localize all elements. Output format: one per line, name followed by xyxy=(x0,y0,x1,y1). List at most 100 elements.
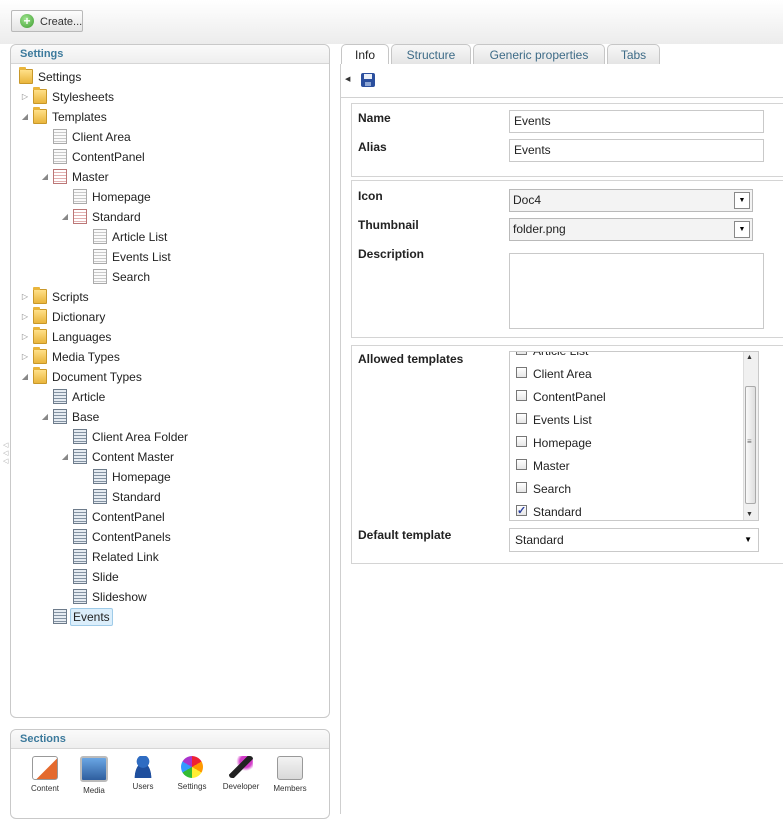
tree-node[interactable]: ◢ Document Types xyxy=(11,367,329,387)
tree-node[interactable]: Slideshow xyxy=(11,587,329,607)
tree-node-label: Settings xyxy=(38,70,82,84)
users-icon xyxy=(131,756,155,778)
tree-node[interactable]: Article List xyxy=(11,227,329,247)
thumbnail-select[interactable]: folder.png ▼ xyxy=(509,218,753,241)
tree-node[interactable]: Events xyxy=(11,607,329,627)
tab-info[interactable]: Info xyxy=(341,44,389,65)
default-template-value: Standard xyxy=(515,533,564,547)
tab-tabs[interactable]: Tabs xyxy=(607,44,660,64)
settings-panel-title: Settings xyxy=(11,45,329,64)
tree-node[interactable]: ▷ Languages xyxy=(11,327,329,347)
members-icon xyxy=(277,756,303,780)
toolbar-arrow-icon[interactable]: ◀ xyxy=(345,75,350,83)
checkbox[interactable] xyxy=(516,482,527,493)
tree-node[interactable]: Events List xyxy=(11,247,329,267)
tree-node-label: ContentPanel xyxy=(92,510,165,524)
tree-node[interactable]: Client Area xyxy=(11,127,329,147)
tree-node[interactable]: Related Link xyxy=(11,547,329,567)
tree-node[interactable]: ◢ Standard xyxy=(11,207,329,227)
section-developer[interactable]: Developer xyxy=(217,756,265,791)
collapsed-arrow-icon[interactable]: ▷ xyxy=(21,347,29,367)
collapsed-arrow-icon[interactable]: ▷ xyxy=(21,87,29,107)
chevron-down-icon: ▼ xyxy=(744,535,752,544)
section-content[interactable]: Content xyxy=(21,756,69,793)
scroll-up-icon[interactable]: ▲ xyxy=(746,354,753,361)
tree-node[interactable]: ◢ Templates xyxy=(11,107,329,127)
media-icon xyxy=(80,756,108,782)
tree-node[interactable]: Settings xyxy=(11,67,329,87)
expanded-arrow-icon[interactable]: ◢ xyxy=(21,107,29,127)
icon-select[interactable]: Doc4 ▼ xyxy=(509,189,753,212)
checkbox[interactable] xyxy=(516,352,527,355)
checkbox[interactable] xyxy=(516,413,527,424)
folder-icon xyxy=(33,287,47,304)
expanded-arrow-icon[interactable]: ◢ xyxy=(21,367,29,387)
chevron-down-icon[interactable]: ▼ xyxy=(734,221,750,238)
allowed-templates-list[interactable]: Article List Client Area ContentPanel Ev… xyxy=(509,351,759,521)
create-button[interactable]: + Create... xyxy=(11,10,83,32)
tree-node[interactable]: ▷ Scripts xyxy=(11,287,329,307)
tree-node-label: Events xyxy=(70,608,113,626)
checkbox[interactable] xyxy=(516,436,527,447)
default-template-select[interactable]: Standard ▼ xyxy=(509,528,759,552)
icon-thumbnail-group: Icon Doc4 ▼ Thumbnail folder.png ▼ Descr… xyxy=(351,180,783,338)
save-icon[interactable] xyxy=(361,73,375,87)
folder-icon xyxy=(33,327,47,344)
tree-node-label: Content Master xyxy=(92,450,175,464)
checkbox-checked[interactable] xyxy=(516,502,527,520)
tree-node[interactable]: Homepage xyxy=(11,187,329,207)
description-textarea[interactable] xyxy=(509,253,764,329)
tree-node[interactable]: Standard xyxy=(11,487,329,507)
tree-node[interactable]: Search xyxy=(11,267,329,287)
checkbox[interactable] xyxy=(516,367,527,378)
scroll-down-icon[interactable]: ▼ xyxy=(746,511,753,518)
collapsed-arrow-icon[interactable]: ▷ xyxy=(21,307,29,327)
checkbox[interactable] xyxy=(516,459,527,470)
tree-node[interactable]: Homepage xyxy=(11,467,329,487)
scrollbar-thumb[interactable]: ≡ xyxy=(745,386,756,504)
tree-node-label: Homepage xyxy=(112,470,171,484)
tree-node[interactable]: ▷ Media Types xyxy=(11,347,329,367)
tree-node[interactable]: ContentPanel xyxy=(11,147,329,167)
tree-node[interactable]: Client Area Folder xyxy=(11,427,329,447)
tree-node[interactable]: ◢ Master xyxy=(11,167,329,187)
content-icon xyxy=(32,756,58,780)
expanded-arrow-icon[interactable]: ◢ xyxy=(61,207,69,227)
panel-splitter-handle[interactable]: ◁ ◁ ◁ xyxy=(3,442,8,472)
name-field[interactable]: Events xyxy=(509,110,764,133)
tree-node[interactable]: ◢ Content Master xyxy=(11,447,329,467)
collapsed-arrow-icon[interactable]: ▷ xyxy=(21,327,29,347)
expanded-arrow-icon[interactable]: ◢ xyxy=(41,167,49,187)
folder-icon xyxy=(33,107,47,124)
tree-node[interactable]: ▷ Dictionary xyxy=(11,307,329,327)
tree-node-label: Search xyxy=(112,270,151,284)
chevron-down-icon[interactable]: ▼ xyxy=(734,192,750,209)
section-media[interactable]: Media xyxy=(70,756,118,795)
list-scrollbar[interactable]: ▲ ≡ ▼ xyxy=(743,352,758,520)
expanded-arrow-icon[interactable]: ◢ xyxy=(41,407,49,427)
add-icon: + xyxy=(20,14,34,28)
name-alias-group: Name Events Alias Events xyxy=(351,103,783,177)
section-members[interactable]: Members xyxy=(266,756,314,793)
section-settings[interactable]: Settings xyxy=(168,756,216,791)
expanded-arrow-icon[interactable]: ◢ xyxy=(61,447,69,467)
folder-icon xyxy=(33,367,47,384)
alias-field[interactable]: Events xyxy=(509,139,764,162)
tab-structure[interactable]: Structure xyxy=(391,44,471,64)
tree-node[interactable]: Article xyxy=(11,387,329,407)
tree-node[interactable]: ▷ Stylesheets xyxy=(11,87,329,107)
icon-select-value: Doc4 xyxy=(513,193,542,207)
folder-icon xyxy=(33,347,47,364)
checkbox[interactable] xyxy=(516,390,527,401)
tree-node[interactable]: ◢ Base xyxy=(11,407,329,427)
section-users[interactable]: Users xyxy=(119,756,167,791)
collapsed-arrow-icon[interactable]: ▷ xyxy=(21,287,29,307)
icon-label: Icon xyxy=(358,189,383,203)
tree-node[interactable]: ContentPanel xyxy=(11,507,329,527)
tree-node-label: Slideshow xyxy=(92,590,147,604)
tab-generic-properties[interactable]: Generic properties xyxy=(473,44,605,64)
folder-icon xyxy=(19,67,33,84)
tree-node[interactable]: ContentPanels xyxy=(11,527,329,547)
tree-node-label: Document Types xyxy=(52,370,142,384)
tree-node[interactable]: Slide xyxy=(11,567,329,587)
